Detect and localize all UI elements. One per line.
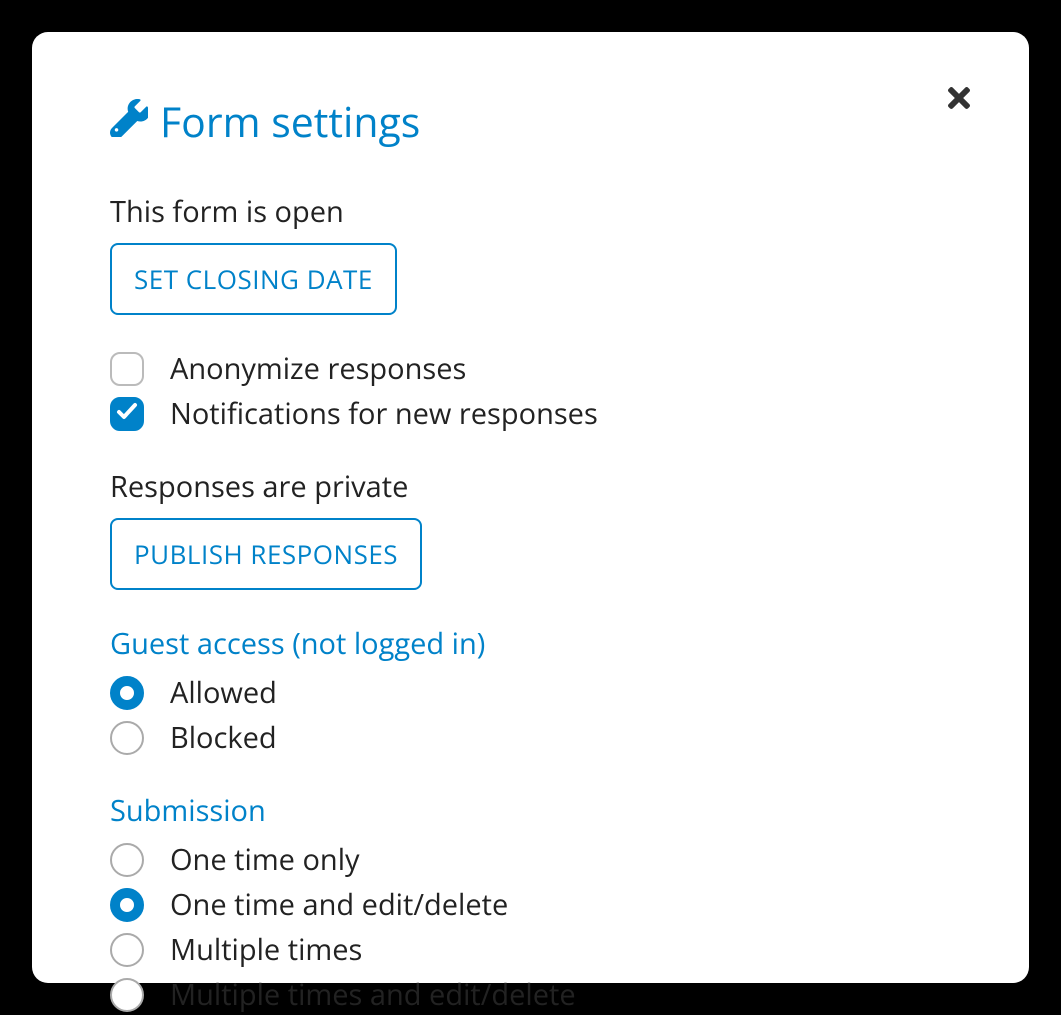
- guest-access-blocked-label: Blocked: [170, 718, 277, 757]
- check-icon: [115, 399, 139, 428]
- notifications-checkbox[interactable]: [110, 397, 144, 431]
- checkbox-section: Anonymize responses Notifications for ne…: [110, 349, 951, 433]
- guest-access-blocked-radio[interactable]: [110, 721, 144, 755]
- close-button[interactable]: [943, 82, 975, 114]
- publish-responses-button[interactable]: PUBLISH RESPONSES: [110, 518, 422, 590]
- notifications-row: Notifications for new responses: [110, 394, 951, 433]
- guest-access-allowed-row: Allowed: [110, 673, 951, 712]
- submission-multiple-edit-row: Multiple times and edit/delete: [110, 975, 951, 1014]
- submission-one-time-edit-row: One time and edit/delete: [110, 885, 951, 924]
- dialog-title-text: Form settings: [160, 94, 420, 150]
- submission-one-time-radio[interactable]: [110, 843, 144, 877]
- submission-multiple-row: Multiple times: [110, 930, 951, 969]
- submission-multiple-edit-label: Multiple times and edit/delete: [170, 975, 576, 1014]
- wrench-icon: [110, 94, 148, 150]
- submission-multiple-radio[interactable]: [110, 933, 144, 967]
- anonymize-checkbox[interactable]: [110, 352, 144, 386]
- dialog-title: Form settings: [110, 94, 951, 150]
- responses-private-section: Responses are private PUBLISH RESPONSES: [110, 467, 951, 590]
- submission-one-time-edit-label: One time and edit/delete: [170, 885, 508, 924]
- guest-access-blocked-row: Blocked: [110, 718, 951, 757]
- guest-access-allowed-radio[interactable]: [110, 676, 144, 710]
- guest-access-allowed-label: Allowed: [170, 673, 277, 712]
- set-closing-date-button[interactable]: SET CLOSING DATE: [110, 243, 397, 315]
- anonymize-row: Anonymize responses: [110, 349, 951, 388]
- form-open-section: This form is open SET CLOSING DATE: [110, 192, 951, 315]
- submission-header: Submission: [110, 791, 951, 830]
- close-icon: [943, 82, 975, 114]
- submission-multiple-edit-radio[interactable]: [110, 978, 144, 1012]
- form-open-status: This form is open: [110, 192, 951, 231]
- anonymize-label: Anonymize responses: [170, 349, 466, 388]
- submission-section: Submission One time only One time and ed…: [110, 791, 951, 1014]
- responses-private-status: Responses are private: [110, 467, 951, 506]
- submission-one-time-label: One time only: [170, 840, 360, 879]
- guest-access-section: Guest access (not logged in) Allowed Blo…: [110, 624, 951, 757]
- submission-multiple-label: Multiple times: [170, 930, 362, 969]
- guest-access-header: Guest access (not logged in): [110, 624, 951, 663]
- notifications-label: Notifications for new responses: [170, 394, 598, 433]
- submission-one-time-edit-radio[interactable]: [110, 888, 144, 922]
- form-settings-dialog: Form settings This form is open SET CLOS…: [32, 32, 1029, 983]
- submission-one-time-row: One time only: [110, 840, 951, 879]
